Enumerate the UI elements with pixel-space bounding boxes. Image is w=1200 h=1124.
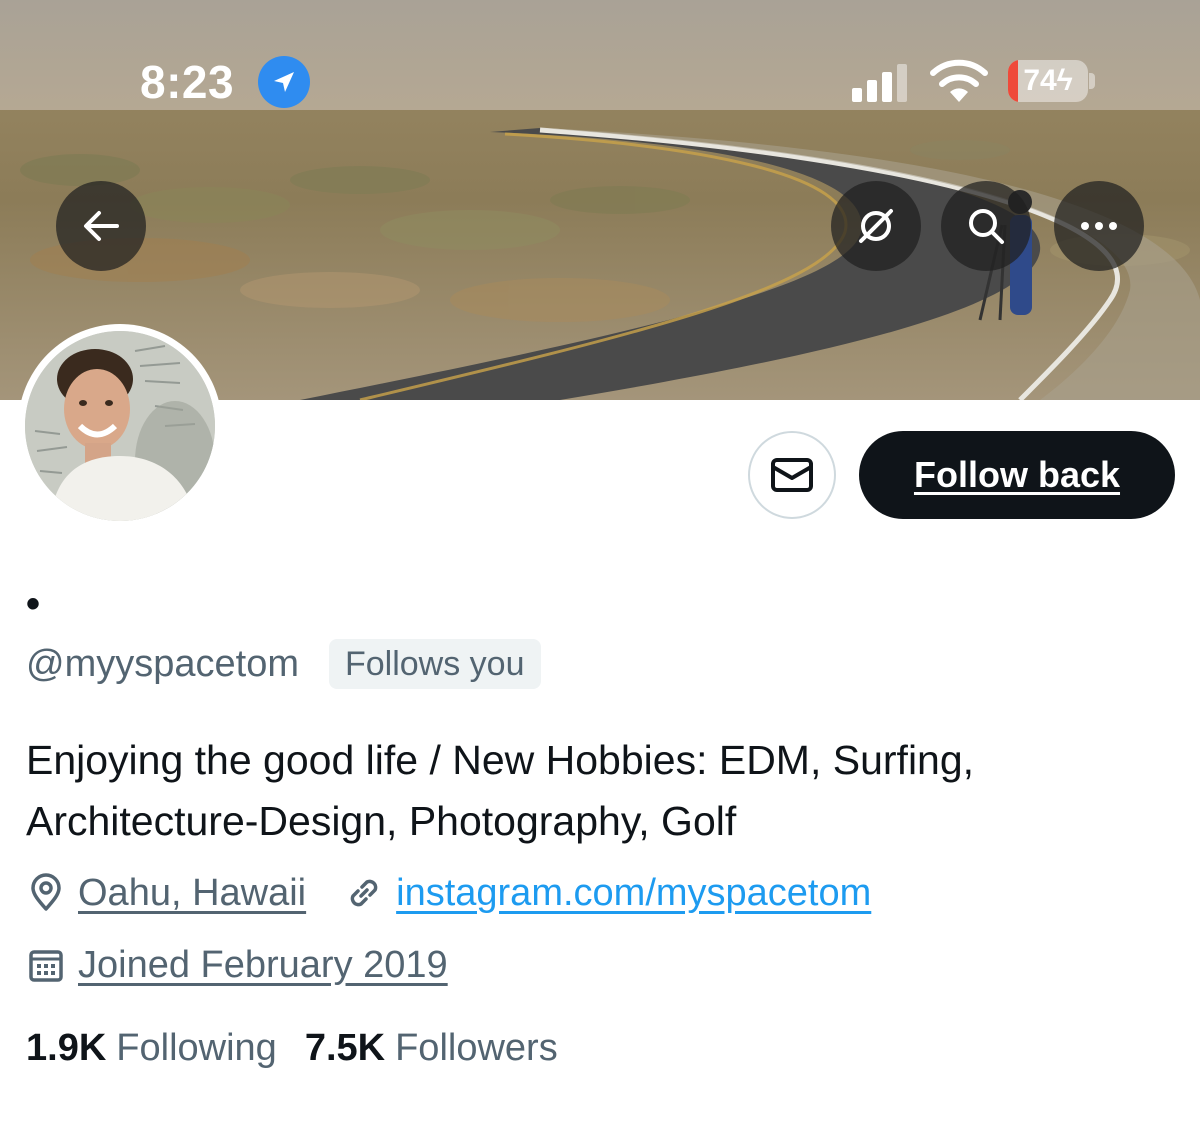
status-time: 8:23: [140, 56, 235, 108]
avatar[interactable]: [18, 324, 222, 528]
profile-meta-row: Oahu, Hawaii instagram.com/myspacetom: [26, 866, 909, 920]
followers-count: 7.5K: [304, 1026, 386, 1069]
follow-back-button[interactable]: Follow back: [859, 431, 1175, 519]
followers-label: Followers: [395, 1026, 558, 1069]
search-icon: [969, 209, 1004, 244]
handle-row: @myyspacetom Follows you: [26, 638, 541, 690]
calendar-icon: [29, 950, 63, 982]
followers-stat[interactable]: 7.5K Followers: [305, 1027, 558, 1070]
battery-charging-icon: 74ϟ: [1008, 60, 1088, 102]
charging-bolt-icon: ϟ: [1056, 64, 1073, 97]
location-text: Oahu, Hawaii: [78, 871, 307, 914]
location-arrow-icon: [258, 56, 310, 108]
grok-button[interactable]: [831, 181, 921, 271]
username-handle: @myyspacetom: [26, 642, 299, 685]
profile-bio: Enjoying the good life / New Hobbies: ED…: [26, 737, 975, 844]
website-item[interactable]: instagram.com/myspacetom: [344, 872, 871, 915]
joined-item: Joined February 2019: [26, 944, 448, 987]
back-arrow-icon: [84, 211, 119, 241]
website-link[interactable]: instagram.com/myspacetom: [396, 872, 871, 915]
message-button[interactable]: [748, 431, 836, 519]
following-count: 1.9K: [26, 1026, 107, 1069]
following-stat[interactable]: 1.9K Following: [26, 1027, 277, 1070]
display-name: •: [26, 582, 41, 626]
joined-row: Joined February 2019: [26, 938, 486, 992]
battery-tip: [1089, 73, 1095, 89]
location-pin-icon: [31, 873, 61, 911]
more-icon: [1081, 222, 1117, 230]
joined-date: Joined February 2019: [78, 943, 448, 986]
envelope-icon: [771, 458, 813, 492]
wifi-icon: [930, 59, 988, 102]
search-button[interactable]: [941, 181, 1031, 271]
follows-you-badge: Follows you: [328, 639, 541, 689]
following-label: Following: [116, 1026, 277, 1069]
cellular-signal-icon: [852, 64, 907, 102]
location-item[interactable]: Oahu, Hawaii: [26, 872, 306, 915]
back-button[interactable]: [56, 181, 146, 271]
more-options-button[interactable]: [1054, 181, 1144, 271]
profile-banner: 8:23 74ϟ: [0, 0, 1200, 400]
follow-stats: 1.9K Following 7.5K Followers: [26, 1022, 586, 1074]
link-icon: [350, 879, 378, 907]
avatar-image: [25, 331, 215, 521]
battery-level: 74: [1023, 64, 1057, 97]
grok-icon: [859, 209, 893, 243]
